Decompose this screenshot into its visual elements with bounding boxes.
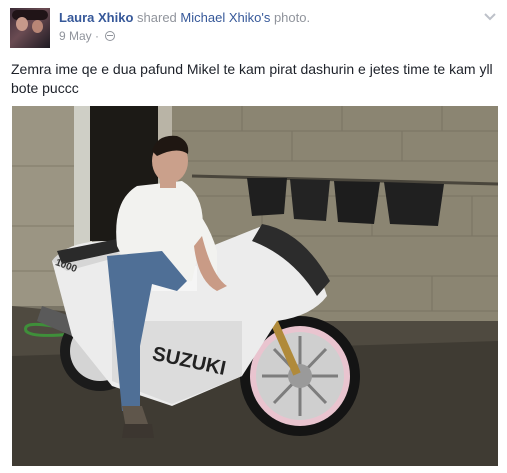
post-date-link[interactable]: 9 May xyxy=(59,29,92,43)
shared-action-text: shared xyxy=(133,10,181,25)
facebook-post: Laura Xhiko shared Michael Xhiko's photo… xyxy=(0,0,507,473)
shared-from-link[interactable]: Michael Xhiko's xyxy=(180,10,270,25)
globe-icon[interactable] xyxy=(105,31,116,41)
author-name-link[interactable]: Laura Xhiko xyxy=(59,10,133,25)
author-avatar[interactable] xyxy=(10,8,50,48)
chevron-down-icon[interactable] xyxy=(483,10,497,24)
post-body-text: Zemra ime qe e dua pafund Mikel te kam p… xyxy=(11,61,493,96)
meta-separator: · xyxy=(91,29,103,43)
man-on-motorcycle-image[interactable]: SUZUKI 1000 xyxy=(12,106,498,466)
shared-object-text: photo. xyxy=(270,10,311,25)
post-header: Laura Xhiko shared Michael Xhiko's photo… xyxy=(59,9,479,26)
post-meta: 9 May · xyxy=(59,29,116,43)
